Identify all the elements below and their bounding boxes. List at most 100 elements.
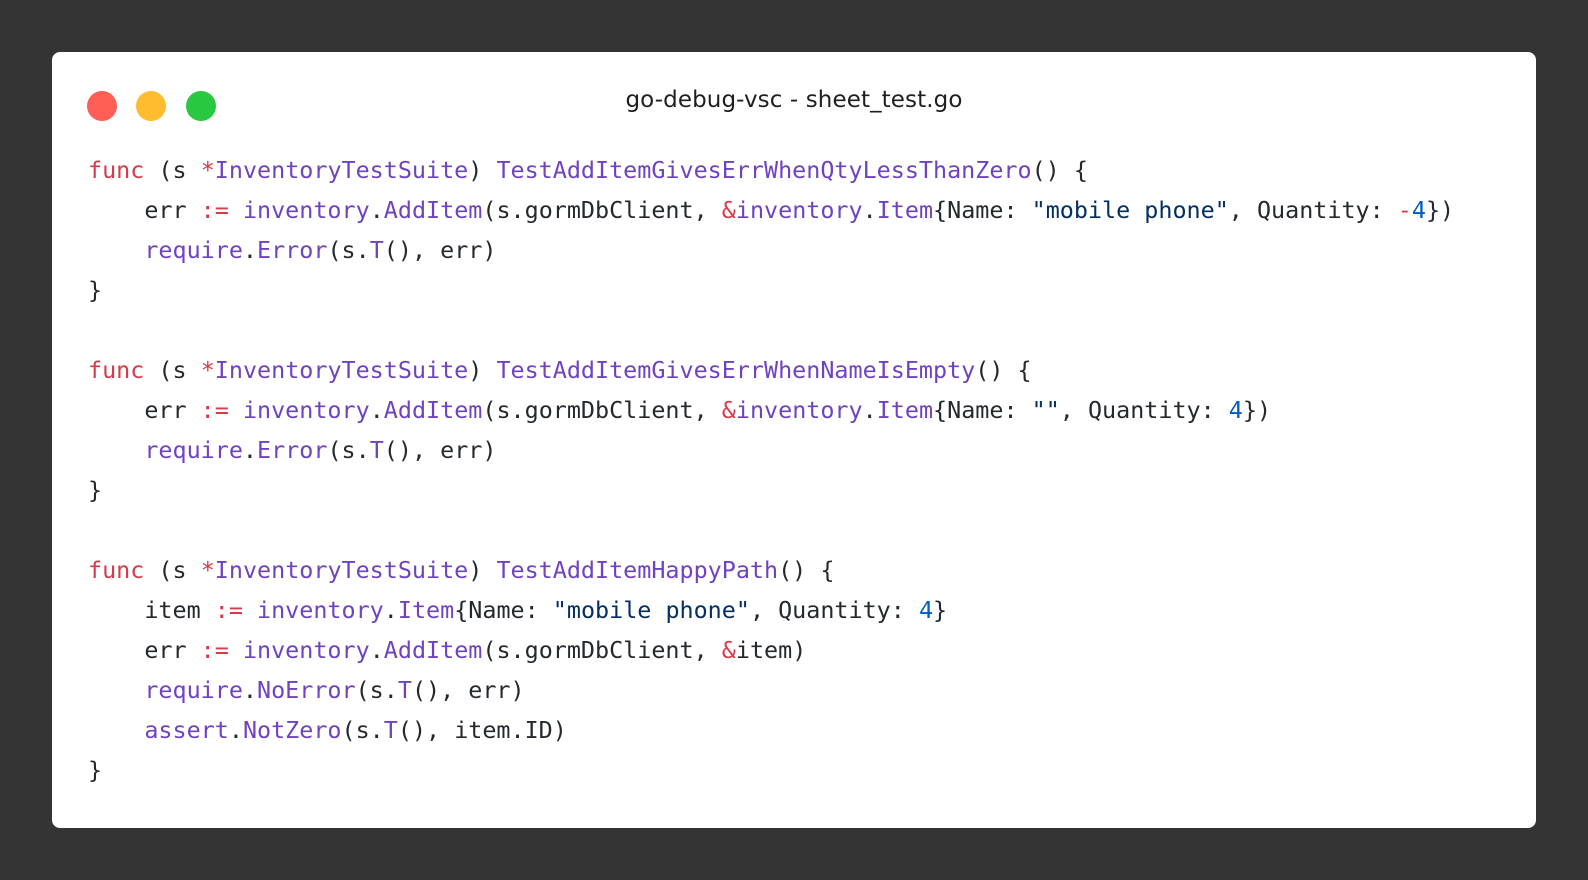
identifier-token: Error [257, 436, 328, 464]
code-text: . [242, 436, 258, 464]
code-text: } [88, 276, 103, 304]
identifier-token: inventory [735, 196, 863, 224]
identifier-token: TestAddItemGivesErrWhenQtyLessThanZero [496, 156, 1032, 184]
code-text: {Name: [933, 196, 1032, 224]
code-line: func (s *InventoryTestSuite) TestAddItem… [88, 550, 1518, 590]
string-token: "" [1031, 396, 1060, 424]
code-text: (), err) [383, 236, 497, 264]
code-line: func (s *InventoryTestSuite) TestAddItem… [88, 150, 1518, 190]
identifier-token: TestAddItemGivesErrWhenNameIsEmpty [496, 356, 976, 384]
code-line: } [88, 750, 1518, 790]
identifier-token: require [144, 676, 243, 704]
code-text: . [369, 396, 384, 424]
code-text: err [88, 196, 201, 224]
string-token: "mobile phone" [552, 596, 750, 624]
operator-token: * [200, 156, 215, 184]
code-text: , Quantity: [1059, 396, 1229, 424]
code-text: (s.gormDbClient, [482, 196, 722, 224]
identifier-token: inventory [242, 636, 370, 664]
code-line: require.Error(s.T(), err) [88, 230, 1518, 270]
identifier-token: Item [876, 396, 934, 424]
operator-token: & [721, 636, 736, 664]
identifier-token: Item [397, 596, 455, 624]
operator-token: * [200, 556, 215, 584]
code-line: require.Error(s.T(), err) [88, 430, 1518, 470]
identifier-token: Item [876, 196, 934, 224]
code-text: } [88, 476, 103, 504]
string-token: "mobile phone" [1031, 196, 1229, 224]
code-text: (), err) [411, 676, 525, 704]
code-line: err := inventory.AddItem(s.gormDbClient,… [88, 390, 1518, 430]
number-token: 4 [1411, 196, 1426, 224]
keyword-token: func [88, 156, 145, 184]
code-text: () { [1031, 156, 1088, 184]
identifier-token: TestAddItemHappyPath [496, 556, 779, 584]
operator-token: := [200, 396, 229, 424]
code-text: (s [144, 156, 201, 184]
identifier-token: inventory [242, 196, 370, 224]
identifier-token: Error [257, 236, 328, 264]
code-text: (s.gormDbClient, [482, 396, 722, 424]
identifier-token: NotZero [242, 716, 342, 744]
code-line: require.NoError(s.T(), err) [88, 670, 1518, 710]
code-text: }) [1425, 196, 1455, 224]
code-text: (s [144, 356, 201, 384]
code-line: item := inventory.Item{Name: "mobile pho… [88, 590, 1518, 630]
number-token: 4 [1228, 396, 1243, 424]
code-text: . [228, 716, 243, 744]
code-text: . [383, 596, 398, 624]
code-text: . [369, 636, 384, 664]
code-text: } [933, 596, 948, 624]
code-window: go-debug-vsc - sheet_test.go func (s *In… [52, 52, 1536, 828]
code-text: () { [975, 356, 1032, 384]
code-text: err [88, 396, 201, 424]
code-text: }) [1242, 396, 1272, 424]
identifier-token: AddItem [383, 196, 483, 224]
identifier-token: AddItem [383, 636, 483, 664]
code-text: () { [778, 556, 835, 584]
code-text: . [242, 676, 258, 704]
keyword-token: func [88, 556, 145, 584]
code-text: item [88, 596, 215, 624]
code-text: (s.gormDbClient, [482, 636, 722, 664]
operator-token: := [200, 636, 229, 664]
identifier-token: require [144, 436, 243, 464]
code-text: ) [468, 356, 497, 384]
operator-token: := [214, 596, 243, 624]
code-text: ) [468, 156, 497, 184]
identifier-token: InventoryTestSuite [214, 156, 469, 184]
code-text: . [862, 396, 877, 424]
code-text: err [88, 636, 201, 664]
operator-token: := [200, 196, 229, 224]
code-text: . [369, 196, 384, 224]
identifier-token: T [383, 716, 398, 744]
identifier-token: T [397, 676, 412, 704]
operator-token: & [721, 396, 736, 424]
identifier-token: AddItem [383, 396, 483, 424]
identifier-token: NoError [257, 676, 356, 704]
keyword-token: func [88, 356, 145, 384]
title-bar: go-debug-vsc - sheet_test.go [52, 52, 1536, 156]
code-text: . [242, 236, 258, 264]
code-text: , Quantity: [749, 596, 919, 624]
code-text: (s. [327, 236, 370, 264]
code-text: . [862, 196, 877, 224]
code-text: {Name: [454, 596, 553, 624]
number-token: 4 [918, 596, 934, 624]
code-text: (s. [341, 716, 384, 744]
identifier-token: InventoryTestSuite [214, 356, 469, 384]
identifier-token: InventoryTestSuite [214, 556, 469, 584]
code-text: } [88, 756, 103, 784]
code-text: , Quantity: [1228, 196, 1398, 224]
identifier-token: inventory [735, 396, 863, 424]
identifier-token: T [369, 436, 384, 464]
code-block: func (s *InventoryTestSuite) TestAddItem… [88, 150, 1518, 790]
code-line: } [88, 270, 1518, 310]
